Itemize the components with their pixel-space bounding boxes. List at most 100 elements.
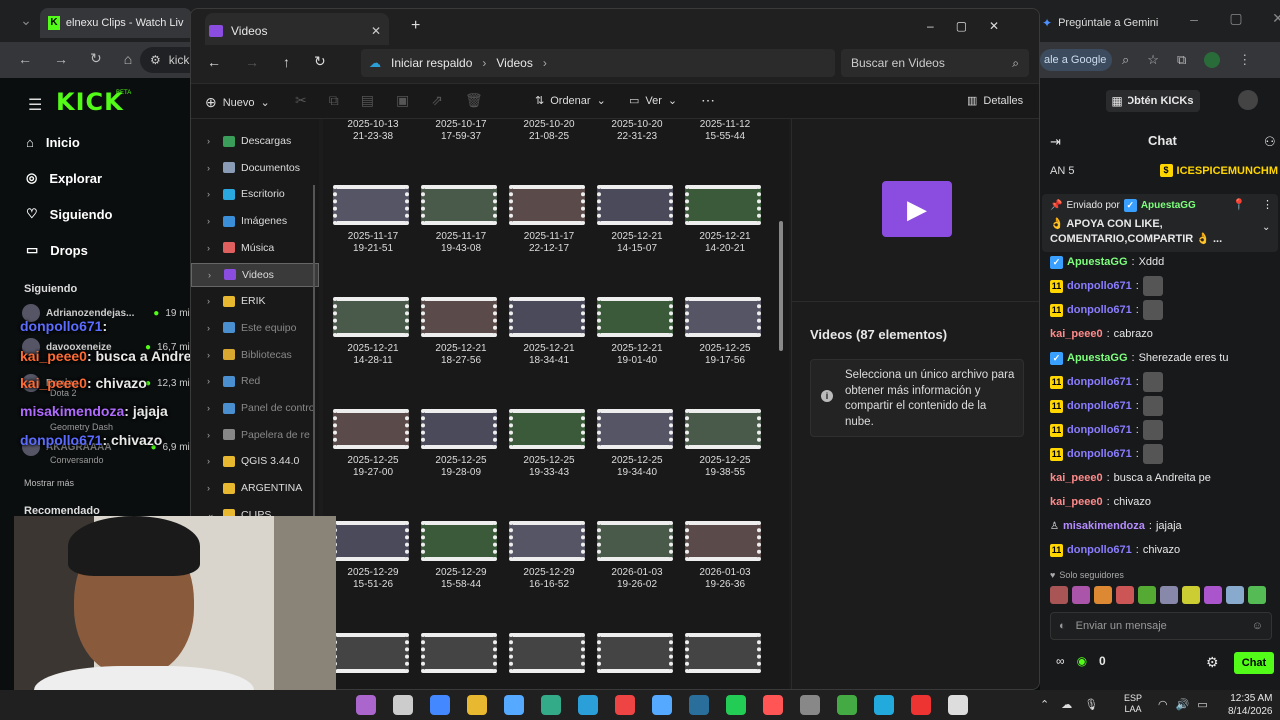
chat-input[interactable]: ◐ Enviar un mensaje ☺ bbox=[1050, 612, 1272, 640]
chevron-right-icon[interactable]: › bbox=[207, 323, 217, 333]
file-scrollbar[interactable] bbox=[779, 221, 783, 351]
show-more-link[interactable]: Mostrar más bbox=[24, 478, 74, 488]
close-icon[interactable]: ✕ bbox=[989, 19, 999, 33]
chevron-right-icon[interactable]: › bbox=[208, 270, 218, 280]
sort-button[interactable]: ⇅ Ordenar ⌄ bbox=[535, 94, 606, 108]
taskbar-app-icon[interactable] bbox=[689, 695, 709, 715]
taskbar-app-icon[interactable] bbox=[578, 695, 598, 715]
chevron-right-icon[interactable]: › bbox=[207, 376, 217, 386]
chat-message[interactable]: kai_peee0: cabrazo bbox=[1050, 324, 1153, 344]
refresh-icon[interactable]: ↻ bbox=[314, 53, 326, 70]
more-icon[interactable]: ⋯ bbox=[701, 92, 715, 109]
video-file[interactable]: 2025-11-17 22-12-17 bbox=[509, 185, 589, 255]
nav-item[interactable]: › Papelera de re bbox=[191, 423, 319, 447]
nav-item[interactable]: › QGIS 3.44.0 bbox=[191, 449, 319, 473]
video-file[interactable]: 2026-01-03 19-26-02 bbox=[597, 521, 677, 591]
chevron-right-icon[interactable]: › bbox=[207, 403, 217, 413]
taskbar-app-icon[interactable] bbox=[356, 695, 376, 715]
emote-icon[interactable] bbox=[1204, 586, 1222, 604]
pinned-more-icon[interactable]: ⋮ bbox=[1262, 198, 1273, 211]
video-file[interactable] bbox=[597, 633, 677, 673]
emote-icon[interactable] bbox=[1138, 586, 1156, 604]
search-icon[interactable]: ⌕ bbox=[1122, 52, 1129, 68]
video-file[interactable]: 2025-11-17 19-43-08 bbox=[421, 185, 501, 255]
points-icon[interactable]: ∞ bbox=[1056, 654, 1065, 668]
chat-message[interactable]: ✓ ApuestaGG: Xddd bbox=[1050, 252, 1164, 272]
taskbar-app-icon[interactable] bbox=[652, 695, 672, 715]
chat-message[interactable]: 11 donpollo671: bbox=[1050, 444, 1167, 464]
chevron-right-icon[interactable]: › bbox=[207, 163, 217, 173]
clock[interactable]: 12:35 AM 8/14/2026 bbox=[1228, 692, 1273, 718]
video-file[interactable]: 2025-12-29 16-16-52 bbox=[509, 521, 589, 591]
maximize-icon[interactable]: ▢ bbox=[956, 19, 967, 33]
browser-tab-kick[interactable]: K elnexu Clips - Watch Live on bbox=[40, 8, 192, 38]
chevron-right-icon[interactable]: › bbox=[207, 189, 217, 199]
chat-message[interactable]: 11 donpollo671: bbox=[1050, 372, 1167, 392]
minimize-icon[interactable]: – bbox=[1180, 11, 1208, 27]
video-file[interactable]: 2025-11-17 19-21-51 bbox=[333, 185, 413, 255]
nav-item[interactable]: › Música bbox=[191, 236, 319, 260]
nav-item[interactable]: › Red bbox=[191, 369, 319, 393]
maximize-icon[interactable]: ▢ bbox=[1222, 10, 1250, 27]
chevron-right-icon[interactable]: › bbox=[207, 136, 217, 146]
emote-icon[interactable] bbox=[1050, 586, 1068, 604]
unpin-icon[interactable]: 📍 bbox=[1232, 198, 1246, 211]
home-icon[interactable]: ⌂ bbox=[124, 51, 132, 67]
new-tab-icon[interactable]: + bbox=[411, 17, 420, 35]
kick-logo[interactable]: KICK bbox=[56, 88, 124, 116]
chevron-right-icon[interactable]: › bbox=[207, 296, 217, 306]
emote-icon[interactable] bbox=[1248, 586, 1266, 604]
forward-icon[interactable]: → bbox=[54, 51, 68, 67]
video-file[interactable]: 2025-12-21 19-01-40 bbox=[597, 297, 677, 367]
wifi-icon[interactable]: ◠ bbox=[1158, 698, 1168, 711]
settings-icon[interactable]: ⚙ bbox=[1206, 654, 1219, 671]
video-file[interactable]: 2025-12-25 19-27-00 bbox=[333, 409, 413, 479]
expand-icon[interactable]: ⌄ bbox=[1262, 222, 1270, 233]
breadcrumb[interactable]: ☁ Iniciar respaldo › Videos › bbox=[361, 49, 835, 77]
chevron-right-icon[interactable]: › bbox=[207, 216, 217, 226]
site-settings-icon[interactable]: ⚙ bbox=[150, 53, 161, 67]
nav-item[interactable]: › Escritorio bbox=[191, 182, 319, 206]
chat-message[interactable]: ♙ misakimendoza: jajaja bbox=[1050, 516, 1182, 536]
taskbar-app-icon[interactable] bbox=[763, 695, 783, 715]
users-icon[interactable]: ⚇ bbox=[1264, 134, 1276, 150]
video-file[interactable]: 2025-12-29 15-58-44 bbox=[421, 521, 501, 591]
video-file[interactable]: 2025-11-12 15-55-44 bbox=[685, 119, 765, 143]
dashboard-icon[interactable]: ▦ bbox=[1106, 90, 1128, 112]
chat-message[interactable]: 11 donpollo671: bbox=[1050, 276, 1167, 296]
chat-message[interactable]: 11 donpollo671: chivazo bbox=[1050, 540, 1180, 560]
nav-siguiendo[interactable]: ♡ Siguiendo bbox=[26, 204, 113, 224]
tab-menu-icon[interactable]: ⌄ bbox=[12, 12, 40, 29]
video-file[interactable]: 2025-12-25 19-38-55 bbox=[685, 409, 765, 479]
back-icon[interactable]: ← bbox=[207, 54, 221, 70]
chat-message[interactable]: 11 donpollo671: bbox=[1050, 396, 1167, 416]
up-icon[interactable]: ↑ bbox=[283, 54, 290, 70]
nav-explorar[interactable]: ◎ Explorar bbox=[26, 168, 102, 188]
video-file[interactable]: 2025-10-17 17-59-37 bbox=[421, 119, 501, 143]
taskbar-app-icon[interactable] bbox=[800, 695, 820, 715]
address-bar[interactable]: kick bbox=[169, 53, 190, 67]
language-indicator[interactable]: ESP LAA bbox=[1124, 693, 1142, 715]
nav-item[interactable]: › Videos bbox=[191, 262, 319, 287]
emote-icon[interactable] bbox=[1094, 586, 1112, 604]
collapse-chat-icon[interactable]: ⇥ bbox=[1050, 134, 1061, 150]
video-file[interactable]: 2025-10-13 21-23-38 bbox=[333, 119, 413, 143]
minimize-icon[interactable]: – bbox=[927, 19, 934, 33]
video-file[interactable]: 2025-12-21 18-27-56 bbox=[421, 297, 501, 367]
taskbar-app-icon[interactable] bbox=[541, 695, 561, 715]
video-file[interactable]: 2025-12-21 14-28-11 bbox=[333, 297, 413, 367]
chevron-right-icon[interactable]: › bbox=[207, 243, 217, 253]
chevron-right-icon[interactable]: › bbox=[207, 350, 217, 360]
hamburger-icon[interactable]: ☰ bbox=[28, 95, 42, 115]
taskbar-app-icon[interactable] bbox=[726, 695, 746, 715]
video-file[interactable] bbox=[509, 633, 589, 673]
emote-icon[interactable] bbox=[1226, 586, 1244, 604]
send-chat-button[interactable]: Chat bbox=[1234, 652, 1274, 674]
emote-icon[interactable] bbox=[1072, 586, 1090, 604]
search-input[interactable]: Buscar en Videos ⌕ bbox=[841, 49, 1029, 77]
extensions-icon[interactable]: ⧉ bbox=[1177, 52, 1186, 68]
video-file[interactable]: 2025-10-20 21-08-25 bbox=[509, 119, 589, 143]
back-icon[interactable]: ← bbox=[18, 51, 32, 67]
taskbar-app-icon[interactable] bbox=[874, 695, 894, 715]
chat-message[interactable]: kai_peee0: busca a Andreita pe bbox=[1050, 468, 1211, 488]
